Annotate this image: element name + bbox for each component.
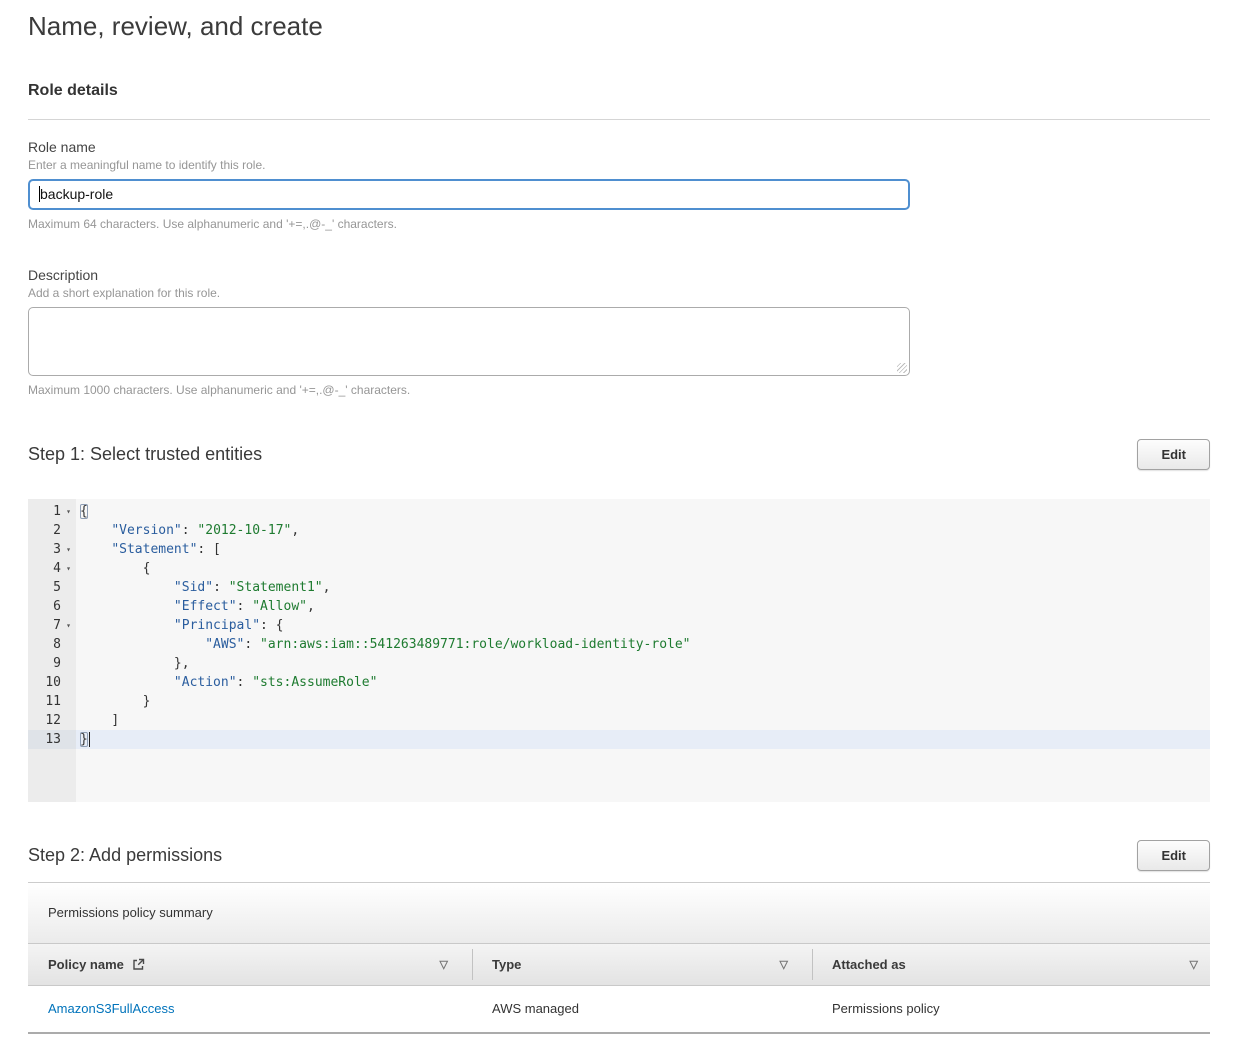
description-label: Description bbox=[28, 267, 1210, 283]
editor-cursor bbox=[89, 732, 90, 747]
policy-type-cell: AWS managed bbox=[472, 1001, 812, 1016]
fold-arrow-icon[interactable]: ▾ bbox=[61, 616, 76, 635]
fold-arrow-icon[interactable]: ▾ bbox=[61, 559, 76, 578]
line-number: 4▾ bbox=[28, 559, 76, 578]
line-number: 6 bbox=[28, 597, 76, 616]
filter-icon[interactable]: ▽ bbox=[440, 958, 448, 971]
code-line: 2 "Version": "2012-10-17", bbox=[28, 521, 1210, 540]
line-number: 9 bbox=[28, 654, 76, 673]
role-name-value: backup-role bbox=[40, 186, 113, 202]
code-line: 11 } bbox=[28, 692, 1210, 711]
code-line: 1▾ { bbox=[28, 502, 1210, 521]
code-line: 6 "Effect": "Allow", bbox=[28, 597, 1210, 616]
code-line: 12 ] bbox=[28, 711, 1210, 730]
line-number: 13 bbox=[28, 730, 76, 749]
filter-icon[interactable]: ▽ bbox=[780, 958, 788, 971]
role-details-heading: Role details bbox=[28, 82, 1210, 100]
column-header-attached-as[interactable]: Attached as ▽ bbox=[812, 944, 1210, 985]
step1-header-row: Step 1: Select trusted entities Edit bbox=[28, 439, 1210, 470]
divider bbox=[28, 119, 1210, 120]
code-line: 7▾ "Principal": { bbox=[28, 616, 1210, 635]
page-title: Name, review, and create bbox=[28, 12, 1210, 42]
permissions-table: Permissions policy summary Policy name ▽… bbox=[28, 882, 1210, 1034]
code-line: 3▾ "Statement": [ bbox=[28, 540, 1210, 559]
step2-header-row: Step 2: Add permissions Edit bbox=[28, 840, 1210, 871]
column-header-type[interactable]: Type ▽ bbox=[472, 944, 812, 985]
page: Name, review, and create Role details Ro… bbox=[0, 12, 1242, 1034]
code-line: 8 "AWS": "arn:aws:iam::541263489771:role… bbox=[28, 635, 1210, 654]
policy-name-link[interactable]: AmazonS3FullAccess bbox=[48, 1001, 174, 1016]
description-constraint: Maximum 1000 characters. Use alphanumeri… bbox=[28, 383, 1210, 397]
table-header-row: Policy name ▽ Type ▽ Attached as ▽ bbox=[28, 944, 1210, 986]
line-number: 3▾ bbox=[28, 540, 76, 559]
role-name-label: Role name bbox=[28, 139, 1210, 155]
fold-arrow-icon[interactable]: ▾ bbox=[61, 502, 76, 521]
fold-arrow-icon[interactable]: ▾ bbox=[61, 540, 76, 559]
line-number: 11 bbox=[28, 692, 76, 711]
filter-icon[interactable]: ▽ bbox=[1190, 958, 1198, 971]
line-number: 10 bbox=[28, 673, 76, 692]
edit-trusted-entities-button[interactable]: Edit bbox=[1137, 439, 1210, 470]
line-number: 12 bbox=[28, 711, 76, 730]
code-line: 10 "Action": "sts:AssumeRole" bbox=[28, 673, 1210, 692]
column-header-policy-name[interactable]: Policy name ▽ bbox=[28, 944, 472, 985]
line-number: 1▾ bbox=[28, 502, 76, 521]
code-line: 4▾ { bbox=[28, 559, 1210, 578]
role-name-input[interactable]: backup-role bbox=[28, 179, 910, 210]
step2-heading: Step 2: Add permissions bbox=[28, 845, 222, 866]
line-number: 7▾ bbox=[28, 616, 76, 635]
resize-handle[interactable] bbox=[897, 363, 907, 373]
permissions-summary-bar: Permissions policy summary bbox=[28, 883, 1210, 944]
step1-heading: Step 1: Select trusted entities bbox=[28, 444, 262, 465]
trust-policy-editor[interactable]: 1▾ { 2 "Version": "2012-10-17", 3▾ "Stat… bbox=[28, 499, 1210, 802]
description-textarea[interactable] bbox=[28, 307, 910, 376]
role-name-help: Enter a meaningful name to identify this… bbox=[28, 158, 1210, 172]
table-row: AmazonS3FullAccess AWS managed Permissio… bbox=[28, 986, 1210, 1032]
line-number: 2 bbox=[28, 521, 76, 540]
attached-as-cell: Permissions policy bbox=[812, 1001, 1210, 1016]
edit-permissions-button[interactable]: Edit bbox=[1137, 840, 1210, 871]
role-name-constraint: Maximum 64 characters. Use alphanumeric … bbox=[28, 217, 1210, 231]
line-number: 5 bbox=[28, 578, 76, 597]
code-line: 5 "Sid": "Statement1", bbox=[28, 578, 1210, 597]
code-line-active: 13 } bbox=[28, 730, 1210, 749]
permissions-summary-title: Permissions policy summary bbox=[48, 905, 213, 920]
code-line: 9 }, bbox=[28, 654, 1210, 673]
description-help: Add a short explanation for this role. bbox=[28, 286, 1210, 300]
external-link-icon bbox=[132, 958, 145, 971]
line-number: 8 bbox=[28, 635, 76, 654]
